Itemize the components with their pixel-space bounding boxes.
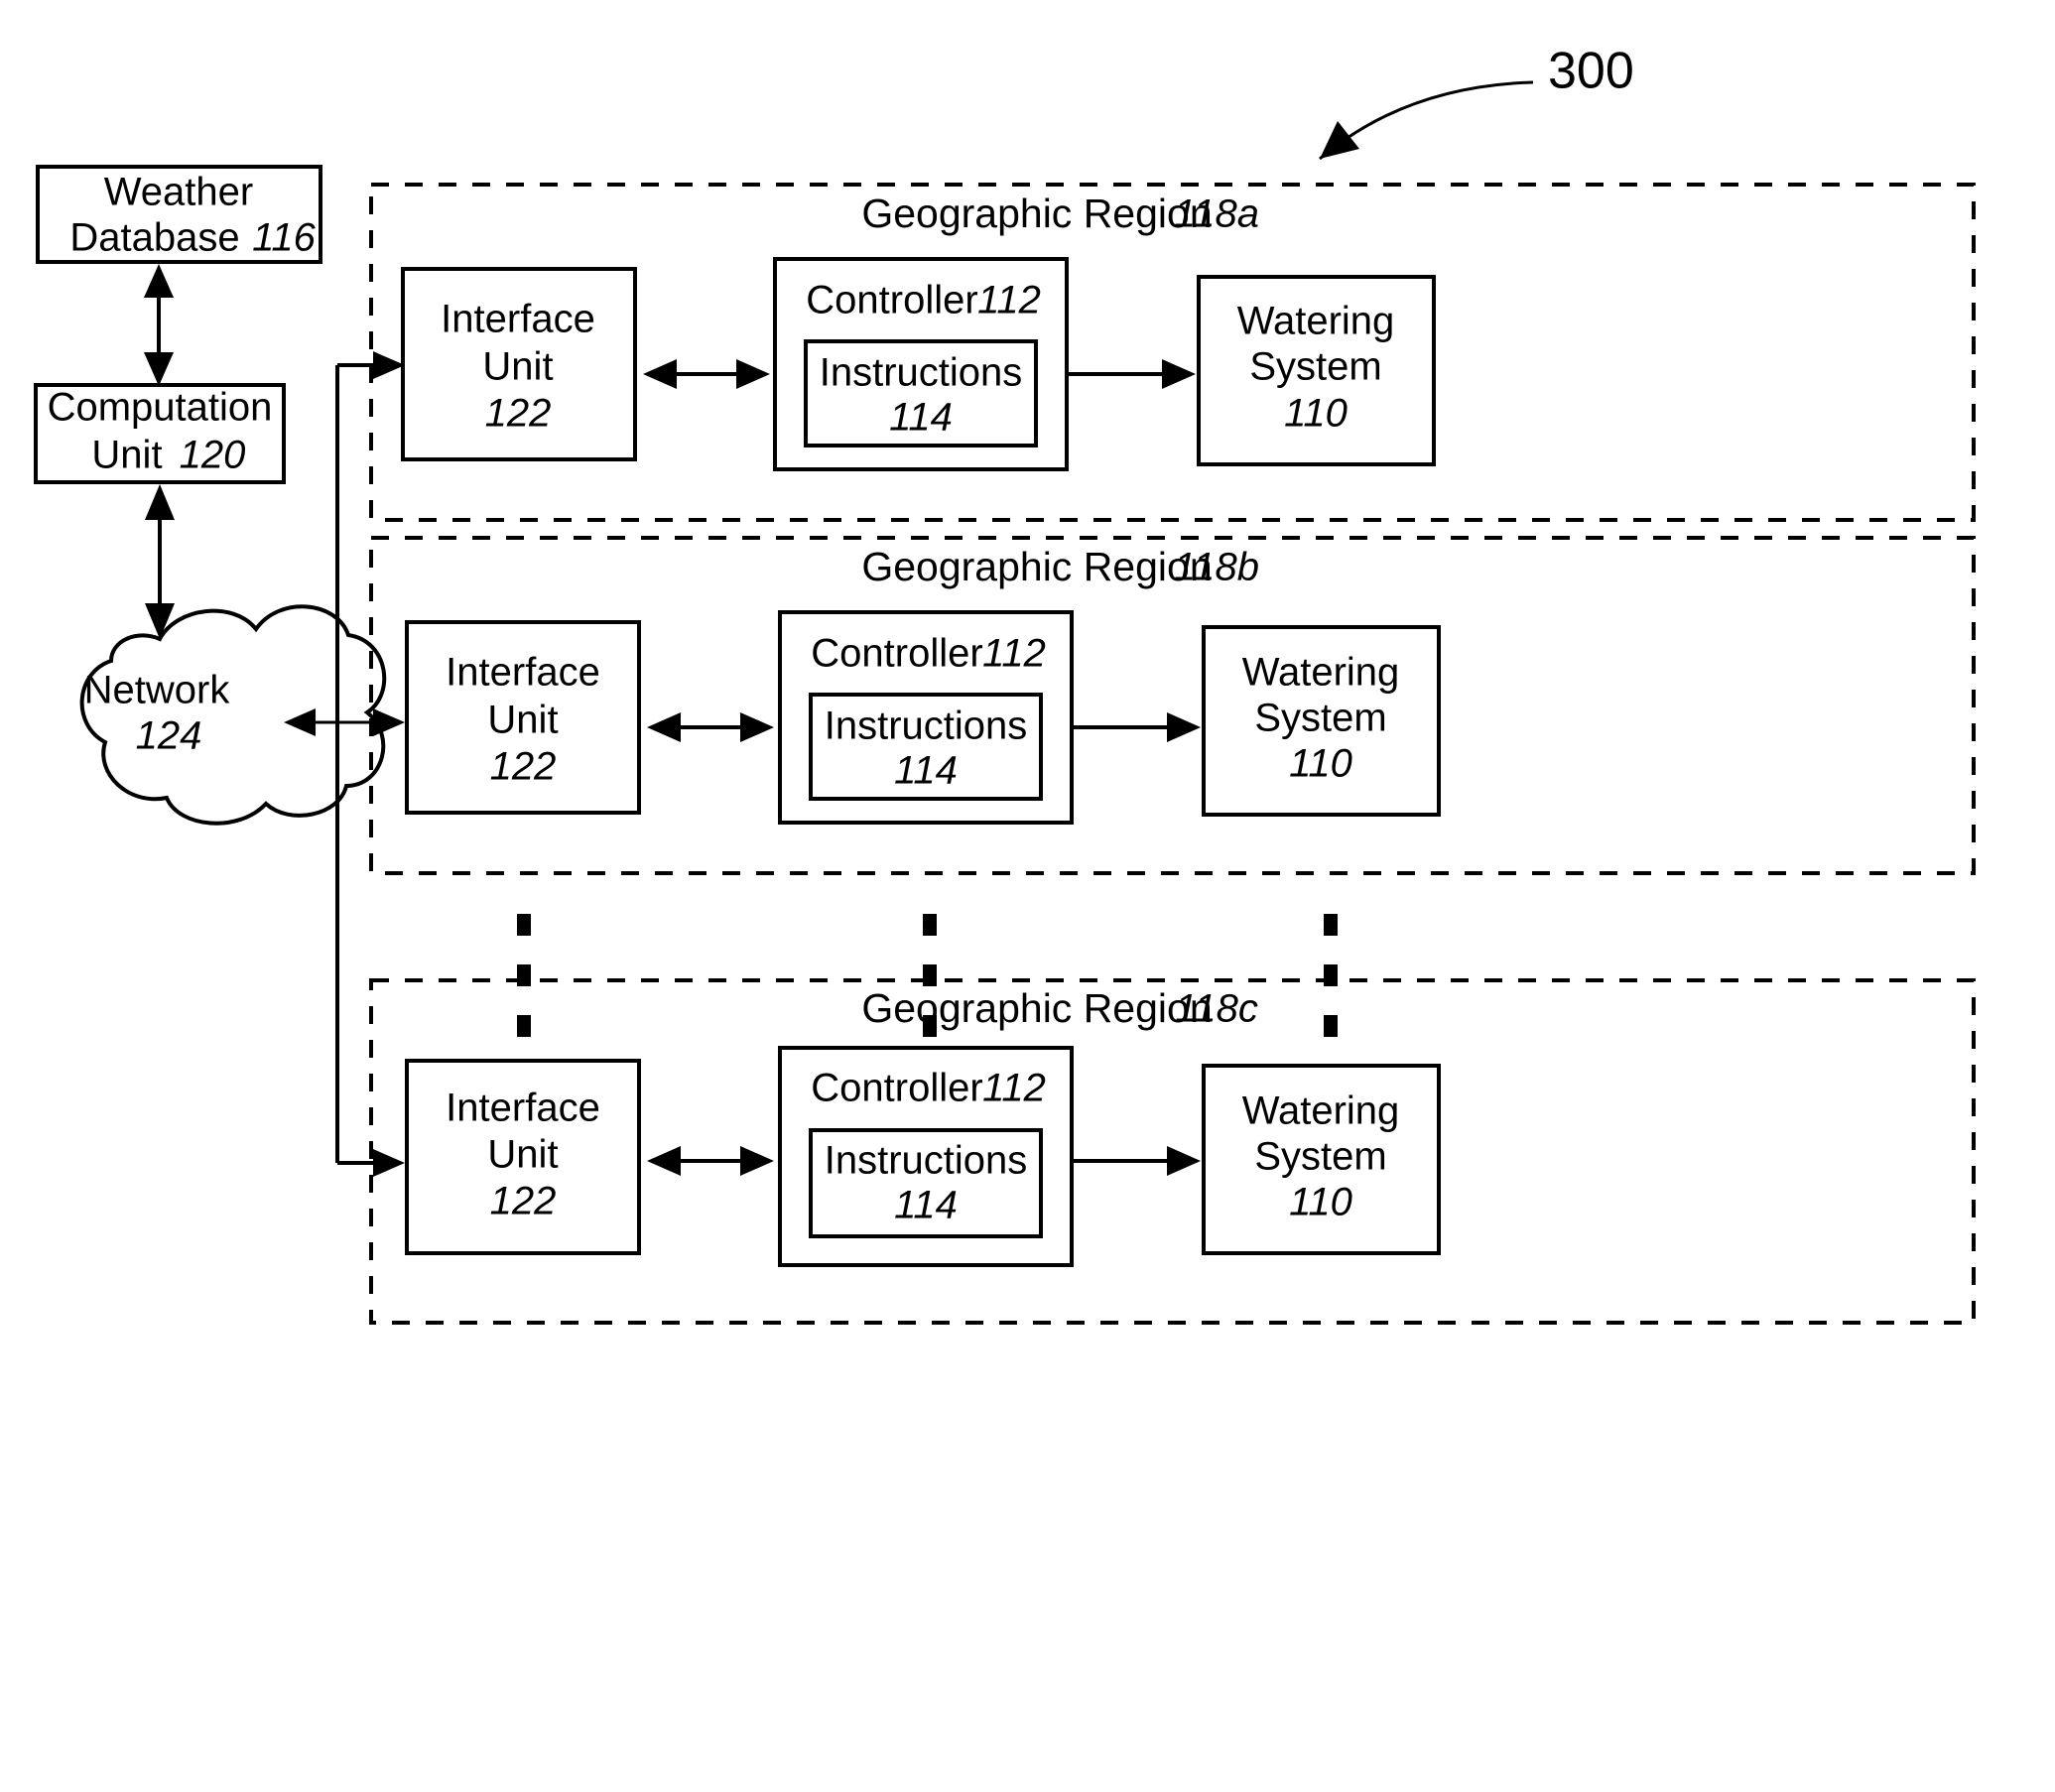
watering-system-label-line1: Watering	[1242, 1089, 1400, 1133]
watering-system-ref: 110	[1289, 1181, 1352, 1224]
arrowhead-left	[643, 359, 677, 389]
instructions-118a: Instructions 114	[804, 339, 1038, 448]
instructions-label: Instructions	[820, 351, 1023, 395]
arrowhead-up	[145, 484, 175, 520]
ellipsis-dot	[1324, 914, 1338, 936]
controller-118b: Controller 112 Instructions 114	[778, 610, 1074, 825]
watering-system-118c: Watering System 110	[1202, 1064, 1441, 1255]
arrowhead-right	[1162, 359, 1196, 389]
interface-unit-label-line2: Unit	[487, 699, 558, 742]
arrow-controller-watering-118a	[1067, 359, 1196, 389]
vertical-ellipsis-right	[1324, 914, 1338, 1037]
interface-unit-label-line1: Interface	[446, 651, 600, 695]
arrow-interface-controller-118a	[643, 359, 770, 389]
arrowhead-right	[740, 1146, 774, 1176]
weather-database-label-line2: Database	[69, 216, 239, 260]
watering-system-ref: 110	[1284, 392, 1348, 436]
patent-figure-300: 300 Weather Database 116 Computation Uni…	[0, 0, 2055, 1792]
arrowhead-left	[647, 1146, 681, 1176]
arrowhead-left	[647, 712, 681, 742]
arrowhead-up	[144, 264, 174, 298]
region-118a-ref: 118a	[1174, 192, 1259, 236]
interface-unit-label-line1: Interface	[441, 298, 595, 341]
region-118b-ref: 118b	[1174, 546, 1259, 589]
instructions-ref: 114	[894, 749, 958, 793]
arrow-weatherdb-computation	[144, 264, 174, 386]
computation-unit-node: Computation Unit 120	[34, 383, 286, 484]
arrowhead-right	[1167, 712, 1201, 742]
interface-unit-label-line2: Unit	[487, 1133, 558, 1177]
instructions-ref: 114	[894, 1184, 958, 1227]
ellipsis-dot	[517, 964, 531, 986]
instructions-label: Instructions	[825, 704, 1028, 748]
controller-ref: 112	[982, 1067, 1046, 1110]
arrowhead-down	[144, 352, 174, 386]
weather-database-ref: 116	[252, 216, 317, 260]
controller-label: Controller	[811, 1067, 982, 1110]
network-label: Network	[84, 669, 231, 712]
interface-unit-118b: Interface Unit 122	[405, 620, 641, 815]
interface-unit-118a: Interface Unit 122	[401, 267, 637, 461]
arrow-interface-controller-118c	[647, 1146, 774, 1176]
instructions-118b: Instructions 114	[809, 693, 1043, 801]
arrowhead-right	[1167, 1146, 1201, 1176]
controller-label: Controller	[811, 632, 982, 676]
geographic-region-118a: Geographic Region 118a Interface Unit 12…	[369, 183, 1976, 522]
ellipsis-dot	[1324, 1015, 1338, 1037]
geographic-region-118b: Geographic Region 118b Interface Unit 12…	[369, 536, 1976, 875]
instructions-label: Instructions	[825, 1139, 1028, 1183]
region-118a-title: Geographic Region	[861, 191, 1212, 236]
arrow-controller-watering-118b	[1072, 712, 1201, 742]
arrowhead-right	[740, 712, 774, 742]
watering-system-118a: Watering System 110	[1197, 275, 1436, 466]
arrow-interface-controller-118b	[647, 712, 774, 742]
controller-ref: 112	[982, 632, 1046, 676]
watering-system-label-line2: System	[1254, 697, 1386, 740]
interface-unit-label-line1: Interface	[446, 1087, 600, 1130]
computation-unit-label-line2: Unit	[91, 434, 162, 477]
geographic-region-118c: Geographic Region 118c Interface Unit 12…	[369, 978, 1976, 1325]
arrowhead-right	[736, 359, 770, 389]
figure-canvas: 300 Weather Database 116 Computation Uni…	[34, 43, 1976, 1325]
interface-unit-label-line2: Unit	[482, 345, 553, 389]
interface-unit-ref: 122	[485, 392, 552, 436]
ellipsis-dot	[923, 914, 937, 936]
region-118c-title: Geographic Region	[861, 985, 1212, 1031]
interface-unit-ref: 122	[490, 1180, 557, 1223]
interface-unit-ref: 122	[490, 745, 557, 789]
controller-118a: Controller 112 Instructions 114	[773, 257, 1069, 471]
region-118c-ref: 118c	[1175, 987, 1258, 1031]
computation-unit-ref: 120	[180, 434, 246, 477]
ellipsis-dot	[517, 914, 531, 936]
controller-118c: Controller 112 Instructions 114	[778, 1046, 1074, 1267]
watering-system-label-line2: System	[1254, 1135, 1386, 1179]
instructions-118c: Instructions 114	[809, 1128, 1043, 1238]
watering-system-label-line1: Watering	[1237, 300, 1395, 343]
figure-number-label: 300	[1548, 43, 1634, 100]
instructions-ref: 114	[889, 396, 953, 440]
figure-callout-300: 300	[1319, 43, 1634, 161]
bus-arrowhead-b	[373, 708, 405, 736]
watering-system-label-line2: System	[1249, 345, 1381, 389]
watering-system-ref: 110	[1289, 742, 1352, 786]
vertical-ellipsis-left	[517, 914, 531, 1037]
weather-database-node: Weather Database 116	[36, 165, 322, 264]
arrow-controller-watering-118c	[1072, 1146, 1201, 1176]
watering-system-118b: Watering System 110	[1202, 625, 1441, 817]
arrow-computation-network	[145, 484, 175, 639]
controller-label: Controller	[806, 279, 977, 322]
computation-unit-label-line1: Computation	[48, 386, 273, 430]
interface-unit-118c: Interface Unit 122	[405, 1059, 641, 1255]
region-118b-title: Geographic Region	[861, 544, 1212, 589]
weather-database-label-line1: Weather	[104, 171, 253, 214]
callout-arrowhead	[1320, 121, 1359, 159]
ellipsis-dot	[923, 964, 937, 986]
ellipsis-dot	[1324, 964, 1338, 986]
ellipsis-dot	[517, 1015, 531, 1037]
bus-arrowhead-a	[373, 351, 405, 379]
controller-ref: 112	[977, 279, 1041, 322]
bus-arrowhead-c	[373, 1149, 405, 1177]
network-ref: 124	[136, 714, 202, 758]
watering-system-label-line1: Watering	[1242, 651, 1400, 695]
